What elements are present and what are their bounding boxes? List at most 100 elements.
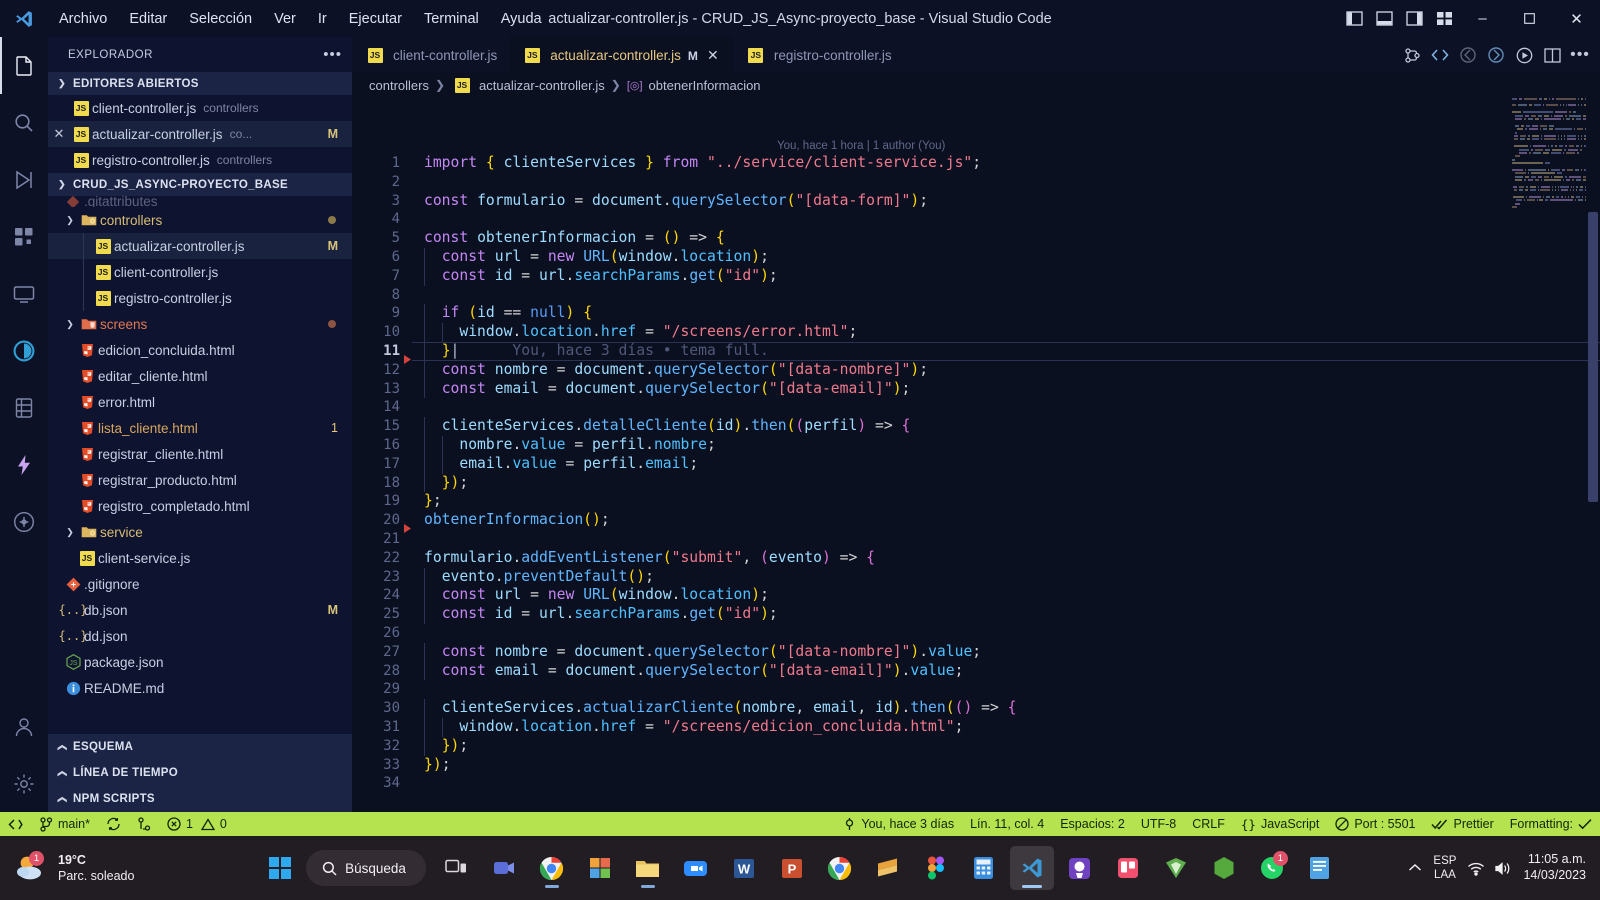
- store-icon[interactable]: [578, 846, 622, 890]
- tab-client-controller[interactable]: JS client-controller.js: [352, 37, 510, 73]
- status-problems[interactable]: 1 0: [159, 812, 235, 836]
- tree-item-file-ddjson[interactable]: {..} dd.json: [48, 623, 352, 649]
- chrome-icon[interactable]: [818, 846, 862, 890]
- accounts-button[interactable]: [0, 698, 48, 755]
- tree-item-file-readme[interactable]: README.md: [48, 675, 352, 701]
- breadcrumb-file[interactable]: actualizar-controller.js: [479, 78, 605, 93]
- open-editor-item-active[interactable]: ✕ JS actualizar-controller.js co... M: [48, 121, 352, 147]
- tree-item-file[interactable]: edicion_concluida.html: [48, 337, 352, 363]
- scrollbar-thumb[interactable]: [1588, 212, 1598, 502]
- figma-icon[interactable]: [914, 846, 958, 890]
- taskbar-search-button[interactable]: Búsqueda: [306, 850, 426, 886]
- toggle-secondary-sidebar-icon[interactable]: [1399, 0, 1429, 37]
- tree-item-folder-screens[interactable]: ❯ screens: [48, 311, 352, 337]
- sidebar-item-docker[interactable]: [0, 322, 48, 379]
- close-icon[interactable]: ✕: [705, 47, 721, 64]
- go-live-forward-icon[interactable]: [1482, 37, 1510, 73]
- tree-item-file-selected[interactable]: JS actualizar-controller.js M: [48, 233, 352, 259]
- trello-icon[interactable]: [1106, 846, 1150, 890]
- sidebar-item-thunder-client[interactable]: [0, 436, 48, 493]
- tray-network-volume[interactable]: [1460, 861, 1519, 876]
- open-editor-item[interactable]: JS registro-controller.js controllers: [48, 147, 352, 173]
- open-editor-item[interactable]: JS client-controller.js controllers: [48, 95, 352, 121]
- close-window-button[interactable]: ✕: [1553, 0, 1600, 37]
- folder-icon[interactable]: [626, 846, 670, 890]
- sidebar-item-database[interactable]: [0, 379, 48, 436]
- status-prettier[interactable]: Prettier: [1423, 812, 1501, 836]
- tree-item-file[interactable]: editar_cliente.html: [48, 363, 352, 389]
- section-npm-scripts[interactable]: ❯ NPM SCRIPTS: [48, 786, 352, 812]
- word-icon[interactable]: W: [722, 846, 766, 890]
- breadcrumb-symbol[interactable]: obtenerInformacion: [649, 78, 761, 93]
- live-share-icon[interactable]: [1426, 37, 1454, 73]
- menu-bar[interactable]: Archivo Editar Selección Ver Ir Ejecutar…: [48, 7, 553, 31]
- source-control-graph-icon[interactable]: [1398, 37, 1426, 73]
- toggle-panel-icon[interactable]: [1369, 0, 1399, 37]
- section-project[interactable]: ❯ CRUD_JS_ASYNC-PROYECTO_BASE: [48, 173, 352, 196]
- minimap[interactable]: [1508, 97, 1587, 812]
- vscode-icon[interactable]: [1009, 846, 1054, 890]
- go-live-back-icon[interactable]: [1454, 37, 1482, 73]
- taskbar-weather-widget[interactable]: 1 19°C Parc. soleado: [0, 851, 250, 885]
- status-sync-changes[interactable]: [98, 812, 129, 836]
- status-eol[interactable]: CRLF: [1184, 812, 1233, 836]
- tree-item-partial[interactable]: .gitattributes: [48, 196, 352, 207]
- menu-seleccion[interactable]: Selección: [178, 7, 263, 31]
- calculator-icon[interactable]: [962, 846, 1006, 890]
- more-actions-icon[interactable]: •••: [1566, 37, 1594, 73]
- menu-archivo[interactable]: Archivo: [48, 7, 118, 31]
- status-live-server-port[interactable]: Port : 5501: [1327, 812, 1423, 836]
- breadcrumb-folder[interactable]: controllers: [369, 78, 429, 93]
- powerpoint-icon[interactable]: P: [770, 846, 814, 890]
- node-icon[interactable]: [1202, 846, 1246, 890]
- tree-item-file-dbjson[interactable]: {..} db.json M: [48, 597, 352, 623]
- chrome-icon[interactable]: [530, 846, 574, 890]
- run-play-icon[interactable]: [1510, 37, 1538, 73]
- toggle-primary-sidebar-icon[interactable]: [1339, 0, 1369, 37]
- tree-item-file[interactable]: registrar_cliente.html: [48, 441, 352, 467]
- close-icon[interactable]: ✕: [48, 126, 70, 142]
- status-checkout-branch[interactable]: [129, 812, 159, 836]
- tree-item-folder-controllers[interactable]: ❯ controllers: [48, 207, 352, 233]
- maximize-button[interactable]: [1506, 0, 1553, 37]
- sidebar-item-remote-explorer[interactable]: [0, 265, 48, 322]
- sidebar-item-explorer[interactable]: [0, 37, 48, 94]
- ellipsis-icon[interactable]: •••: [323, 46, 342, 63]
- menu-ver[interactable]: Ver: [263, 7, 307, 31]
- tree-item-file-gitignore[interactable]: .gitignore: [48, 571, 352, 597]
- tree-item-file[interactable]: JS client-service.js: [48, 545, 352, 571]
- breakpoint-marker[interactable]: [404, 519, 414, 538]
- status-git-blame[interactable]: You, hace 3 días: [835, 812, 962, 836]
- section-esquema[interactable]: ❯ ESQUEMA: [48, 734, 352, 760]
- sidebar-item-search[interactable]: [0, 94, 48, 151]
- sidebar-item-live-share[interactable]: [0, 493, 48, 550]
- teams-icon[interactable]: [482, 846, 526, 890]
- sidebar-item-extensions[interactable]: [0, 208, 48, 265]
- status-branch[interactable]: main*: [31, 812, 98, 836]
- github-desktop-icon[interactable]: [1058, 846, 1102, 890]
- taskbar-clock[interactable]: 11:05 a.m. 14/03/2023: [1523, 852, 1586, 883]
- customize-layout-icon[interactable]: [1429, 0, 1459, 37]
- tree-item-file[interactable]: lista_cliente.html 1: [48, 415, 352, 441]
- tree-item-folder-service[interactable]: ❯ service: [48, 519, 352, 545]
- status-encoding[interactable]: UTF-8: [1133, 812, 1184, 836]
- task-view-icon[interactable]: [434, 846, 478, 890]
- menu-editar[interactable]: Editar: [118, 7, 178, 31]
- status-formatting[interactable]: Formatting:: [1502, 812, 1600, 836]
- sidebar-item-run-and-debug[interactable]: [0, 151, 48, 208]
- zoom-icon[interactable]: [674, 846, 718, 890]
- status-indentation[interactable]: Espacios: 2: [1052, 812, 1133, 836]
- windows-start-icon[interactable]: [258, 846, 302, 890]
- split-editor-icon[interactable]: [1538, 37, 1566, 73]
- tree-item-file[interactable]: JS registro-controller.js: [48, 285, 352, 311]
- status-remote-host[interactable]: [0, 812, 31, 836]
- breakpoint-marker[interactable]: [404, 350, 414, 369]
- section-linea-de-tiempo[interactable]: ❯ LÍNEA DE TIEMPO: [48, 760, 352, 786]
- sublime-icon[interactable]: [866, 846, 910, 890]
- status-cursor-position[interactable]: Lín. 11, col. 4: [962, 812, 1052, 836]
- menu-ayuda[interactable]: Ayuda: [490, 7, 553, 31]
- tree-item-file[interactable]: error.html: [48, 389, 352, 415]
- status-language-mode[interactable]: {} JavaScript: [1233, 812, 1327, 836]
- menu-ir[interactable]: Ir: [307, 7, 338, 31]
- tab-actualizar-controller[interactable]: JS actualizar-controller.js M ✕: [509, 37, 733, 73]
